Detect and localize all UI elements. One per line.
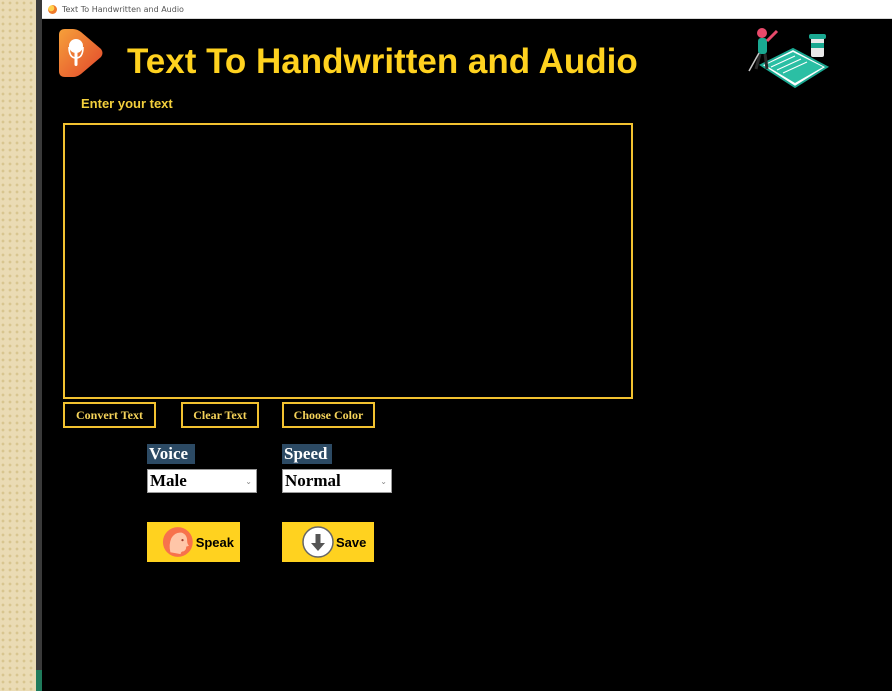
choose-color-button[interactable]: Choose Color bbox=[282, 402, 375, 428]
writing-illustration-icon bbox=[748, 28, 830, 89]
save-button[interactable]: Save bbox=[282, 522, 374, 562]
speed-label: Speed bbox=[282, 444, 332, 464]
voice-select[interactable]: Male ⌄ bbox=[147, 469, 257, 493]
chevron-down-icon: ⌄ bbox=[380, 476, 387, 486]
title-bar[interactable]: Text To Handwritten and Audio bbox=[42, 0, 892, 19]
desktop-background bbox=[0, 0, 38, 691]
text-input-area[interactable] bbox=[63, 123, 633, 399]
save-button-label: Save bbox=[336, 534, 367, 550]
voice-select-value: Male bbox=[150, 471, 187, 490]
voice-label: Voice bbox=[147, 444, 195, 464]
speed-select[interactable]: Normal ⌄ bbox=[282, 469, 392, 493]
speed-select-value: Normal bbox=[285, 471, 341, 490]
app-window: Text To Handwritten and Audio Text To Ha… bbox=[42, 0, 892, 691]
text-input-label: Enter your text bbox=[81, 96, 173, 111]
speak-button[interactable]: Speak bbox=[147, 522, 240, 562]
speaking-head-icon bbox=[162, 527, 193, 557]
app-icon bbox=[48, 4, 57, 14]
chevron-down-icon: ⌄ bbox=[245, 476, 252, 486]
speak-button-label: Speak bbox=[195, 534, 234, 550]
microphone-logo-icon bbox=[59, 29, 103, 77]
convert-text-button[interactable]: Convert Text bbox=[63, 402, 156, 428]
clear-text-button[interactable]: Clear Text bbox=[181, 402, 259, 428]
app-title: Text To Handwritten and Audio bbox=[127, 42, 638, 81]
download-arrow-icon bbox=[302, 526, 334, 558]
window-title: Text To Handwritten and Audio bbox=[62, 4, 184, 14]
